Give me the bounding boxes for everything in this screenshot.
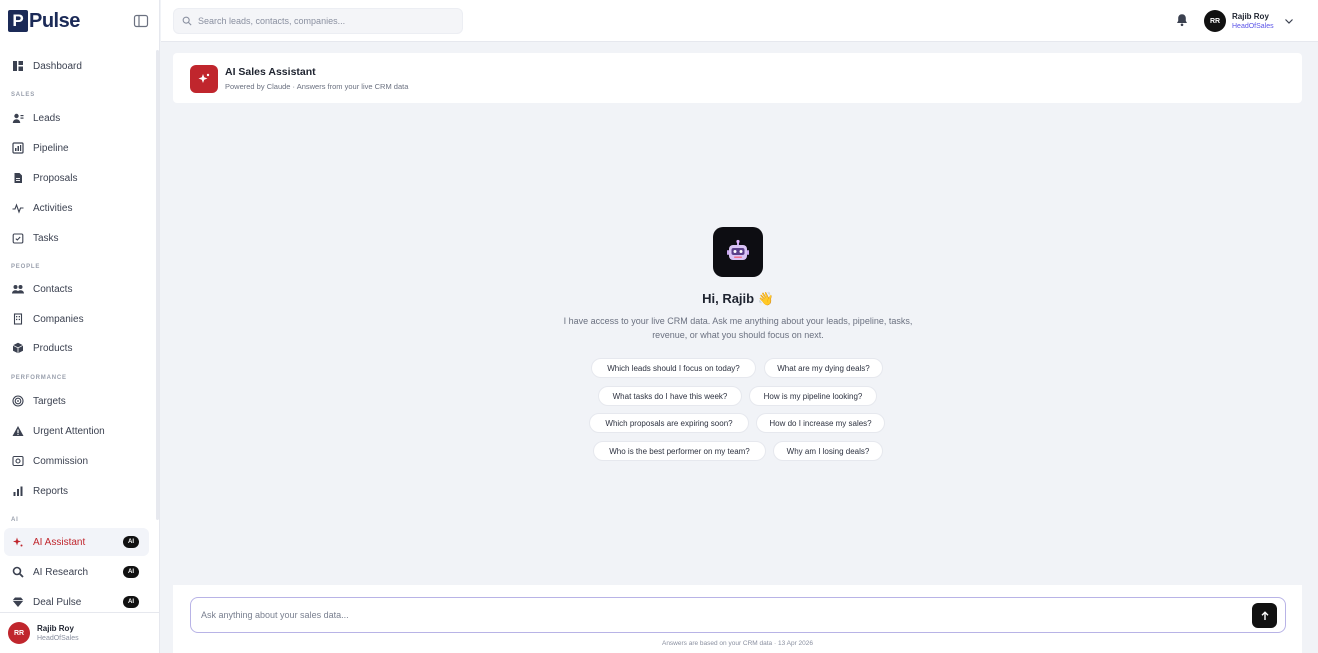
box-icon xyxy=(12,342,24,354)
suggestion-chip[interactable]: Which proposals are expiring soon? xyxy=(589,413,749,433)
sidebar-item-proposals[interactable]: Proposals xyxy=(4,164,149,192)
page-subtitle: Powered by Claude · Answers from your li… xyxy=(225,82,409,91)
ai-badge: AI xyxy=(123,566,139,578)
user-name: Rajib Roy xyxy=(1232,12,1269,21)
target-icon xyxy=(12,395,24,407)
suggestion-chip[interactable]: What are my dying deals? xyxy=(764,358,883,378)
suggestion-chip[interactable]: How do I increase my sales? xyxy=(756,413,885,433)
sidebar-item-label: AI Research xyxy=(33,566,89,578)
sidebar-item-label: Targets xyxy=(33,395,66,407)
building-icon xyxy=(12,313,24,325)
search-icon xyxy=(12,566,24,578)
warning-icon xyxy=(12,425,24,437)
document-icon xyxy=(12,172,24,184)
sidebar-item-ai-research[interactable]: AI Research AI xyxy=(4,558,149,586)
ai-badge: AI xyxy=(123,536,139,548)
user-name: Rajib Roy xyxy=(37,624,74,633)
sidebar-item-label: Dashboard xyxy=(33,60,82,72)
commission-icon xyxy=(12,455,24,467)
sidebar-item-label: Products xyxy=(33,342,73,354)
sidebar-item-commission[interactable]: Commission xyxy=(4,447,149,475)
suggestion-chip[interactable]: Who is the best performer on my team? xyxy=(593,441,766,461)
bar-chart-icon xyxy=(12,485,24,497)
nav-section-people: PEOPLE xyxy=(11,264,41,270)
logo-mark: P xyxy=(8,10,28,32)
intro-text: I have access to your live CRM data. Ask… xyxy=(563,316,913,340)
bell-icon[interactable] xyxy=(1175,13,1189,27)
avatar: RR xyxy=(8,622,30,644)
sidebar-item-label: Leads xyxy=(33,112,61,124)
chat-input[interactable] xyxy=(201,610,1201,620)
suggestion-chip[interactable]: Why am I losing deals? xyxy=(773,441,883,461)
nav-section-performance: PERFORMANCE xyxy=(11,375,67,381)
sidebar-item-label: Activities xyxy=(33,202,73,214)
sidebar-user[interactable]: RR Rajib Roy HeadOfSales xyxy=(0,612,160,653)
user-role: HeadOfSales xyxy=(37,635,79,642)
assistant-header: AI Sales Assistant Powered by Claude · A… xyxy=(173,53,1302,103)
sidebar-item-activities[interactable]: Activities xyxy=(4,194,149,222)
sidebar-item-targets[interactable]: Targets xyxy=(4,387,149,415)
topbar: RR Rajib Roy HeadOfSales xyxy=(161,0,1318,42)
sidebar-item-pipeline[interactable]: Pipeline xyxy=(4,134,149,162)
sidebar-item-tasks[interactable]: Tasks xyxy=(4,224,149,252)
calendar-check-icon xyxy=(12,232,24,244)
greeting: Hi, Rajib 👋 xyxy=(702,291,774,306)
robot-icon xyxy=(713,227,763,277)
suggestion-chip[interactable]: How is my pipeline looking? xyxy=(749,386,877,406)
sidebar-item-dashboard[interactable]: Dashboard xyxy=(4,52,149,80)
composer: Answers are based on your CRM data · 13 … xyxy=(173,585,1302,653)
sidebar-item-label: Reports xyxy=(33,485,69,497)
search-input[interactable] xyxy=(198,16,448,26)
sidebar-item-label: Tasks xyxy=(33,232,59,244)
sparkle-icon xyxy=(190,65,218,93)
search-icon xyxy=(182,16,192,26)
sidebar-scrollbar[interactable] xyxy=(156,50,159,520)
search-box[interactable] xyxy=(173,8,463,34)
sidebar-item-label: Pipeline xyxy=(33,142,69,154)
sidebar-toggle-icon[interactable] xyxy=(133,13,149,29)
sidebar-item-ai-assistant[interactable]: AI Assistant AI xyxy=(4,528,149,556)
sidebar-item-label: Companies xyxy=(33,313,84,325)
page-title: AI Sales Assistant xyxy=(225,66,316,78)
sidebar-item-label: Commission xyxy=(33,455,89,467)
nav-section-sales: SALES xyxy=(11,92,36,98)
sparkle-icon xyxy=(12,536,24,548)
sidebar-item-urgent-attention[interactable]: Urgent Attention xyxy=(4,417,149,445)
sidebar-item-reports[interactable]: Reports xyxy=(4,477,149,505)
ai-badge: AI xyxy=(123,596,139,608)
chat-input-box[interactable] xyxy=(190,597,1286,633)
suggestion-chip[interactable]: Which leads should I focus on today? xyxy=(591,358,756,378)
users-icon xyxy=(12,112,24,124)
sidebar-item-label: AI Assistant xyxy=(33,536,86,548)
sidebar: P Pulse Dashboard SALES Leads Pipeline P… xyxy=(0,0,160,653)
user-role: HeadOfSales xyxy=(1232,23,1274,30)
activity-icon xyxy=(12,202,24,214)
diamond-icon xyxy=(12,596,24,608)
send-button[interactable] xyxy=(1252,603,1277,628)
sidebar-item-label: Proposals xyxy=(33,172,78,184)
arrow-up-icon xyxy=(1261,610,1268,620)
pipeline-icon xyxy=(12,142,24,154)
logo[interactable]: P Pulse xyxy=(8,9,80,33)
chevron-down-icon xyxy=(1284,19,1293,24)
user-menu[interactable]: RR Rajib Roy HeadOfSales xyxy=(1204,10,1294,32)
sidebar-item-companies[interactable]: Companies xyxy=(4,305,149,333)
sidebar-item-label: Deal Pulse xyxy=(33,596,82,608)
dashboard-icon xyxy=(12,60,24,72)
avatar: RR xyxy=(1204,10,1226,32)
composer-footnote: Answers are based on your CRM data · 13 … xyxy=(661,640,814,647)
nav-section-ai: AI xyxy=(11,517,19,523)
sidebar-item-products[interactable]: Products xyxy=(4,334,149,362)
logo-text: Pulse xyxy=(29,9,80,32)
suggestion-chip[interactable]: What tasks do I have this week? xyxy=(598,386,742,406)
sidebar-item-label: Urgent Attention xyxy=(33,425,105,437)
sidebar-item-leads[interactable]: Leads xyxy=(4,104,149,132)
